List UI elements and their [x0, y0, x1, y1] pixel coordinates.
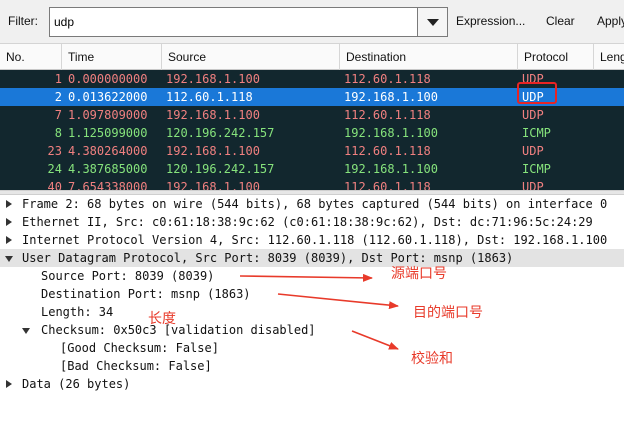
expression-button[interactable]: Expression...	[456, 14, 525, 28]
packet-list: 1 0.000000000 192.168.1.100 112.60.1.118…	[0, 70, 624, 190]
column-header-source[interactable]: Source	[162, 44, 340, 70]
column-header-protocol[interactable]: Protocol	[518, 44, 594, 70]
packet-row[interactable]: 8 1.125099000 120.196.242.157 192.168.1.…	[0, 124, 624, 142]
tree-item-udp[interactable]: User Datagram Protocol, Src Port: 8039 (…	[0, 249, 624, 267]
packet-time: 1.097809000	[68, 108, 148, 122]
packet-no: 1	[54, 72, 62, 86]
tree-item-label: Destination Port: msnp (1863)	[41, 287, 251, 301]
annotation-dst-port: 目的端口号	[413, 305, 483, 321]
tree-item-ip[interactable]: Internet Protocol Version 4, Src: 112.60…	[0, 231, 624, 249]
packet-row-selected[interactable]: 2 0.013622000 112.60.1.118 192.168.1.100…	[0, 88, 624, 106]
packet-protocol: UDP	[522, 108, 544, 122]
tree-item-good-checksum[interactable]: [Good Checksum: False]	[0, 339, 624, 357]
filter-input[interactable]	[49, 7, 418, 37]
packet-destination: 192.168.1.100	[344, 126, 438, 140]
collapse-arrow-icon[interactable]	[22, 328, 30, 334]
packet-source: 112.60.1.118	[166, 90, 253, 104]
tree-item-label: Ethernet II, Src: c0:61:18:38:9c:62 (c0:…	[22, 215, 593, 229]
tree-item-label: Data (26 bytes)	[22, 377, 131, 391]
annotation-src-port: 源端口号	[391, 266, 447, 282]
packet-time: 7.654338000	[68, 180, 148, 190]
tree-item-label: [Good Checksum: False]	[60, 341, 219, 355]
packet-source: 192.168.1.100	[166, 180, 260, 190]
tree-item-frame[interactable]: Frame 2: 68 bytes on wire (544 bits), 68…	[0, 195, 624, 213]
packet-source: 192.168.1.100	[166, 144, 260, 158]
expand-arrow-icon[interactable]	[6, 200, 12, 208]
packet-no: 2	[54, 90, 62, 104]
column-header-destination[interactable]: Destination	[340, 44, 518, 70]
tree-item-label: Checksum: 0x50c3 [validation disabled]	[41, 323, 316, 337]
packet-source: 192.168.1.100	[166, 108, 260, 122]
column-header-length[interactable]: Length	[594, 44, 624, 70]
packet-no: 23	[47, 144, 62, 158]
packet-protocol: UDP	[522, 144, 544, 158]
expand-arrow-icon[interactable]	[6, 218, 12, 226]
packet-no: 8	[54, 126, 62, 140]
packet-details-pane: Frame 2: 68 bytes on wire (544 bits), 68…	[0, 195, 624, 421]
tree-item-label: Frame 2: 68 bytes on wire (544 bits), 68…	[22, 197, 608, 211]
packet-time: 4.380264000	[68, 144, 148, 158]
packet-row[interactable]: 1 0.000000000 192.168.1.100 112.60.1.118…	[0, 70, 624, 88]
clear-button[interactable]: Clear	[546, 14, 575, 28]
packet-destination: 192.168.1.100	[344, 90, 438, 104]
packet-row[interactable]: 24 4.387685000 120.196.242.157 192.168.1…	[0, 160, 624, 178]
packet-row[interactable]: 23 4.380264000 192.168.1.100 112.60.1.11…	[0, 142, 624, 160]
packet-destination: 112.60.1.118	[344, 144, 431, 158]
annotation-length: 长度	[148, 311, 176, 327]
expand-arrow-icon[interactable]	[6, 380, 12, 388]
filter-toolbar: Filter: Expression... Clear Apply	[0, 0, 624, 44]
packet-row[interactable]: 40 7.654338000 192.168.1.100 112.60.1.11…	[0, 178, 624, 190]
packet-protocol: UDP	[522, 90, 544, 104]
packet-destination: 192.168.1.100	[344, 162, 438, 176]
packet-time: 0.013622000	[68, 90, 148, 104]
packet-time: 1.125099000	[68, 126, 148, 140]
packet-row[interactable]: 7 1.097809000 192.168.1.100 112.60.1.118…	[0, 106, 624, 124]
packet-protocol: ICMP	[522, 126, 551, 140]
tree-item-data[interactable]: Data (26 bytes)	[0, 375, 624, 393]
packet-protocol: UDP	[522, 180, 544, 190]
column-header-time[interactable]: Time	[62, 44, 162, 70]
tree-item-checksum[interactable]: Checksum: 0x50c3 [validation disabled]	[0, 321, 624, 339]
tree-item-label: [Bad Checksum: False]	[60, 359, 212, 373]
column-header-no[interactable]: No.	[0, 44, 62, 70]
packet-no: 40	[47, 180, 62, 190]
packet-source: 120.196.242.157	[166, 126, 275, 140]
filter-history-dropdown[interactable]	[418, 7, 448, 37]
tree-item-ethernet[interactable]: Ethernet II, Src: c0:61:18:38:9c:62 (c0:…	[0, 213, 624, 231]
tree-item-src-port[interactable]: Source Port: 8039 (8039)	[0, 267, 624, 285]
tree-item-label: Length: 34	[41, 305, 114, 319]
annotation-checksum: 校验和	[411, 351, 453, 367]
packet-destination: 112.60.1.118	[344, 180, 431, 190]
packet-source: 192.168.1.100	[166, 72, 260, 86]
tree-item-label: Source Port: 8039 (8039)	[41, 269, 215, 283]
packet-time: 0.000000000	[68, 72, 148, 86]
chevron-down-icon	[426, 18, 439, 26]
tree-item-label: Internet Protocol Version 4, Src: 112.60…	[22, 233, 608, 247]
filter-label: Filter:	[8, 14, 38, 28]
packet-no: 24	[47, 162, 62, 176]
packet-no: 7	[54, 108, 62, 122]
packet-time: 4.387685000	[68, 162, 148, 176]
packet-destination: 112.60.1.118	[344, 108, 431, 122]
packet-destination: 112.60.1.118	[344, 72, 431, 86]
tree-item-length[interactable]: Length: 34	[0, 303, 624, 321]
packet-list-header: No. Time Source Destination Protocol Len…	[0, 44, 624, 70]
tree-item-dst-port[interactable]: Destination Port: msnp (1863)	[0, 285, 624, 303]
collapse-arrow-icon[interactable]	[5, 256, 13, 262]
packet-protocol: UDP	[522, 72, 544, 86]
packet-source: 120.196.242.157	[166, 162, 275, 176]
packet-protocol: ICMP	[522, 162, 551, 176]
tree-item-bad-checksum[interactable]: [Bad Checksum: False]	[0, 357, 624, 375]
expand-arrow-icon[interactable]	[6, 236, 12, 244]
apply-button[interactable]: Apply	[597, 14, 624, 28]
